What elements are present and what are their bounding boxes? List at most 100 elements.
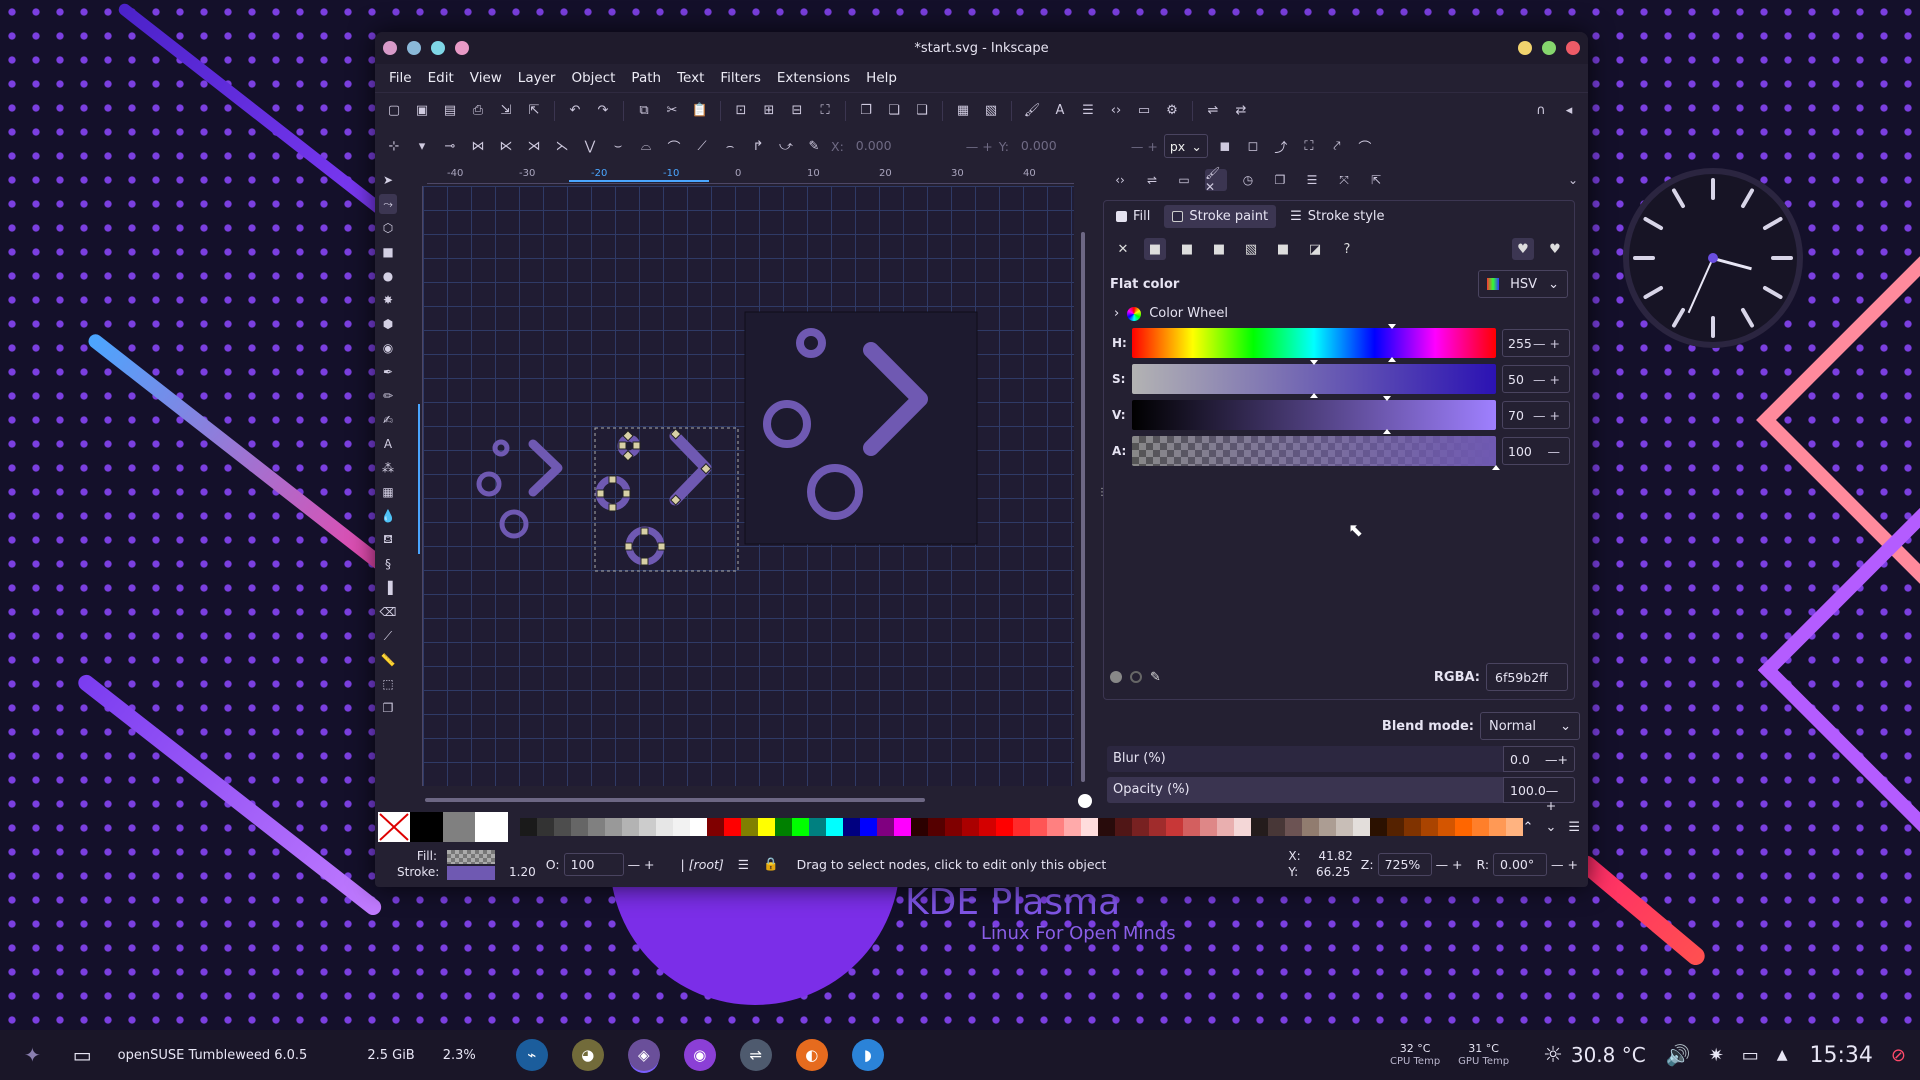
palette-swatch[interactable] bbox=[587, 818, 605, 836]
menu-edit[interactable]: Edit bbox=[420, 70, 462, 86]
menu-file[interactable]: File bbox=[381, 70, 420, 86]
palette-swatch[interactable] bbox=[655, 818, 673, 836]
preferences-icon[interactable]: ⚙ bbox=[1161, 100, 1183, 122]
3d-box-tool-icon[interactable]: ⬢ bbox=[379, 314, 397, 334]
redo-icon[interactable]: ↷ bbox=[592, 100, 614, 122]
snap-toggle-icon[interactable]: ∩ bbox=[1530, 100, 1552, 122]
palette-swatch[interactable] bbox=[1403, 818, 1421, 836]
palette-swatch[interactable] bbox=[1505, 818, 1523, 836]
node-tool-icon[interactable]: ⤳ bbox=[379, 194, 397, 214]
opacity-value-spin[interactable]: 100.0 —+ bbox=[1503, 777, 1575, 813]
palette-swatch[interactable] bbox=[1369, 818, 1387, 836]
no-color-swatch[interactable] bbox=[378, 812, 410, 842]
cpu-temp-widget[interactable]: 32 °C CPU Temp bbox=[1390, 1042, 1440, 1068]
join-segment-icon[interactable]: ⋊ bbox=[523, 135, 545, 157]
calligraphy-tool-icon[interactable]: ✍ bbox=[379, 410, 397, 430]
palette-swatch[interactable] bbox=[689, 818, 707, 836]
value-value-spin[interactable]: 70 —+ bbox=[1502, 401, 1570, 429]
palette-swatch[interactable] bbox=[1437, 818, 1455, 836]
history-tab-icon[interactable]: ◷ bbox=[1237, 169, 1259, 191]
mesh-gradient-icon[interactable]: ▧ bbox=[1240, 238, 1262, 260]
save-icon[interactable]: ▤ bbox=[439, 100, 461, 122]
palette-swatch[interactable] bbox=[927, 818, 945, 836]
palette-swatch[interactable] bbox=[1012, 818, 1030, 836]
show-handles-icon[interactable]: ⤤ bbox=[1326, 135, 1348, 157]
unset-paint-icon[interactable]: ? bbox=[1336, 238, 1358, 260]
layers-icon[interactable]: ☰ bbox=[1077, 100, 1099, 122]
xml-editor-tab-icon[interactable]: ‹› bbox=[1109, 169, 1131, 191]
palette-swatch[interactable] bbox=[410, 812, 443, 842]
gpu-temp-widget[interactable]: 31 °C GPU Temp bbox=[1458, 1042, 1509, 1068]
shape-builder-icon[interactable]: ⬡ bbox=[379, 218, 397, 238]
blend-mode-select[interactable]: Normal ⌄ bbox=[1480, 712, 1580, 740]
palette-swatch[interactable] bbox=[842, 818, 860, 836]
close-button[interactable] bbox=[1566, 41, 1580, 55]
palette-swatch[interactable] bbox=[910, 818, 928, 836]
layers-tab-icon[interactable]: ☰ bbox=[1301, 169, 1323, 191]
palette-swatch[interactable] bbox=[475, 812, 508, 842]
connector-tool-icon[interactable]: ⟋ bbox=[379, 626, 397, 646]
palette-swatch[interactable] bbox=[1250, 818, 1268, 836]
swatch-icon[interactable]: ◪ bbox=[1304, 238, 1326, 260]
show-outline-icon[interactable]: ⌒ bbox=[1354, 135, 1376, 157]
palette-swatch[interactable] bbox=[1284, 818, 1302, 836]
selector-tool-icon[interactable]: ➤ bbox=[379, 170, 397, 190]
zoom-field[interactable]: Z: 725% — + bbox=[1361, 852, 1463, 876]
network-icon[interactable]: ▭ bbox=[1742, 1045, 1759, 1066]
palette-swatch[interactable] bbox=[1029, 818, 1047, 836]
rotation-field[interactable]: R: 0.00° — + bbox=[1477, 852, 1578, 876]
zoom-drawing-icon[interactable]: ⊞ bbox=[758, 100, 780, 122]
node-smooth-icon[interactable]: ⌣ bbox=[607, 135, 629, 157]
path-effect-icon[interactable]: ✎ bbox=[803, 135, 825, 157]
analog-clock-widget[interactable] bbox=[1623, 168, 1803, 348]
palette-swatch[interactable] bbox=[1301, 818, 1319, 836]
fill-stroke-tab-icon[interactable]: 🖌 ✕ bbox=[1205, 166, 1227, 194]
palette-swatch[interactable] bbox=[604, 818, 622, 836]
color-wheel-expander[interactable]: › Color Wheel bbox=[1104, 302, 1574, 325]
tab-stroke-paint[interactable]: Stroke paint bbox=[1164, 205, 1277, 228]
palette-swatch[interactable] bbox=[978, 818, 996, 836]
palette-swatch[interactable] bbox=[536, 818, 554, 836]
palette-swatch[interactable] bbox=[961, 818, 979, 836]
firefox-icon[interactable]: ◐ bbox=[795, 1039, 828, 1071]
stroke-to-path-icon[interactable]: ⤻ bbox=[775, 135, 797, 157]
mesh-tool-icon[interactable]: ▦ bbox=[379, 482, 397, 502]
alpha-slider[interactable] bbox=[1132, 436, 1500, 470]
cut-icon[interactable]: ✂ bbox=[661, 100, 683, 122]
pattern-icon[interactable]: ■ bbox=[1272, 238, 1294, 260]
no-paint-icon[interactable]: ✕ bbox=[1112, 238, 1134, 260]
palette-menu-icon[interactable]: ☰ bbox=[1568, 820, 1580, 835]
x-coordinate-field[interactable]: X: 0.000— + bbox=[831, 134, 993, 158]
menu-filters[interactable]: Filters bbox=[712, 70, 768, 86]
new-from-template-icon[interactable]: ▣ bbox=[411, 100, 433, 122]
palette-swatch[interactable] bbox=[570, 818, 588, 836]
palette-swatch[interactable] bbox=[1046, 818, 1064, 836]
document-properties-icon[interactable]: ▭ bbox=[1133, 100, 1155, 122]
palette-swatch[interactable] bbox=[1199, 818, 1217, 836]
delete-segment-icon[interactable]: ⋋ bbox=[551, 135, 573, 157]
star-tool-icon[interactable]: ✸ bbox=[379, 290, 397, 310]
dolphin-icon[interactable]: ◗ bbox=[851, 1039, 884, 1071]
export-icon[interactable]: ⇱ bbox=[523, 100, 545, 122]
spray-tool-icon[interactable]: ⁂ bbox=[379, 458, 397, 478]
color-model-select[interactable]: HSV ⌄ bbox=[1478, 270, 1568, 298]
palette-swatch[interactable] bbox=[825, 818, 843, 836]
pen-tool-icon[interactable]: ✒ bbox=[379, 362, 397, 382]
show-mask-icon[interactable]: ◻ bbox=[1242, 135, 1264, 157]
tab-fill[interactable]: Fill bbox=[1108, 205, 1158, 228]
join-nodes-icon[interactable]: ⋈ bbox=[467, 135, 489, 157]
application-launcher-icon[interactable]: ✦ bbox=[24, 1043, 41, 1067]
menu-layer[interactable]: Layer bbox=[510, 70, 564, 86]
clock-time[interactable]: 15:34 bbox=[1810, 1043, 1873, 1068]
alpha-value-spin[interactable]: 100— bbox=[1502, 437, 1570, 465]
weather-sun-icon[interactable]: ☼ bbox=[1543, 1043, 1563, 1068]
dock-menu-chevron-icon[interactable]: ⌄ bbox=[1562, 169, 1584, 191]
eraser-tool-icon[interactable]: ⌫ bbox=[379, 602, 397, 622]
palette-swatch[interactable] bbox=[442, 812, 476, 842]
keep-above-button[interactable] bbox=[407, 41, 421, 55]
import-icon[interactable]: ⇲ bbox=[495, 100, 517, 122]
show-transform-handles-icon[interactable]: ⛶ bbox=[1298, 135, 1320, 157]
palette-swatch[interactable] bbox=[1182, 818, 1200, 836]
flat-color-icon[interactable]: ■ bbox=[1144, 238, 1166, 260]
palette-swatch[interactable] bbox=[1352, 818, 1370, 836]
